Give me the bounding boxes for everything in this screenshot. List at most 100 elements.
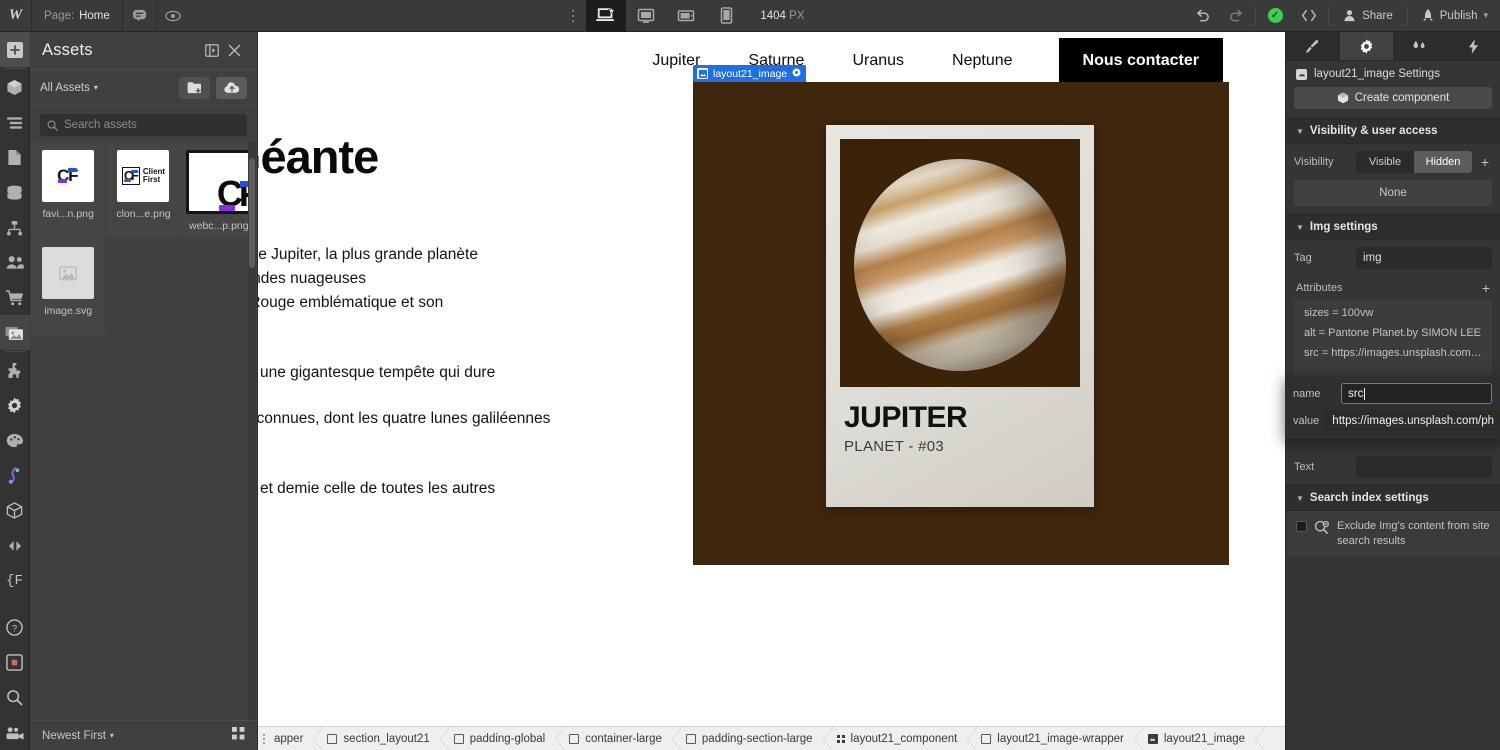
selection-tag[interactable]: layout21_image xyxy=(693,65,806,82)
sidebar-item-video-tutorials[interactable] xyxy=(0,645,30,680)
layout21-image-element[interactable]: layout21_image JUPITER PLANET - #03 xyxy=(693,82,1229,565)
visibility-section-header[interactable]: ▼ Visibility & user access xyxy=(1286,118,1500,144)
asset-item-image-svg[interactable]: image.svg xyxy=(31,239,105,335)
breadcrumb-item-padding-section-large[interactable]: padding-section-large xyxy=(682,727,823,750)
settings-tab[interactable] xyxy=(1340,32,1394,60)
create-component-label: Create component xyxy=(1355,92,1450,104)
exclude-search-checkbox[interactable] xyxy=(1296,521,1307,532)
exclude-search-row[interactable]: Exclude Img's content from site search r… xyxy=(1286,511,1500,557)
sidebar-item-interactions[interactable] xyxy=(0,528,30,563)
asset-item-webclip[interactable]: C F webc...p.png xyxy=(182,142,256,238)
plus-icon[interactable]: + xyxy=(1482,280,1490,296)
sidebar-item-record[interactable] xyxy=(0,715,30,750)
breadcrumb-item-layout21-image[interactable]: layout21_image xyxy=(1144,727,1255,750)
asset-name: clon...e.png xyxy=(116,208,170,220)
hero-section: La Géante ble royaume de Jupiter, la plu… xyxy=(258,90,1285,523)
design-canvas: Jupiter Saturne Uranus Neptune Nous cont… xyxy=(258,32,1285,726)
top-toolbar: W Page: Home 14 xyxy=(0,0,1500,32)
grid-view-icon[interactable] xyxy=(232,727,245,745)
sidebar-item-ecommerce[interactable] xyxy=(0,280,30,315)
sidebar-item-users[interactable] xyxy=(0,245,30,280)
mobile-icon[interactable] xyxy=(706,0,746,32)
breadcrumb-item-layout21-image-wrapper[interactable]: layout21_image-wrapper xyxy=(977,727,1134,750)
asset-filter-dropdown[interactable]: All Assets ▾ xyxy=(40,82,173,94)
search-index-section-header[interactable]: ▼ Search index settings xyxy=(1286,485,1500,511)
sidebar-item-audit[interactable] xyxy=(0,458,30,493)
redo-icon[interactable] xyxy=(1219,0,1253,32)
breadcrumb-separator-icon xyxy=(1134,727,1144,750)
asset-item-clone[interactable]: C F Client First clon...e.png xyxy=(106,142,180,238)
img-settings-section-header[interactable]: ▼ Img settings xyxy=(1286,214,1500,240)
page-selector[interactable]: Page: Home xyxy=(32,0,122,32)
sidebar-item-search[interactable] xyxy=(0,680,30,715)
upload-cloud-icon[interactable] xyxy=(216,77,247,99)
breadcrumb-item-wrapper[interactable]: apper xyxy=(270,727,313,750)
asset-name: webc...p.png xyxy=(189,220,249,232)
plus-icon[interactable]: + xyxy=(1478,154,1492,170)
svg-text:?: ? xyxy=(12,623,17,634)
nav-link-uranus[interactable]: Uranus xyxy=(828,52,928,70)
breadcrumb-item-section-layout21[interactable]: section_layout21 xyxy=(323,727,439,750)
sidebar-item-help[interactable]: ? xyxy=(0,610,30,645)
publish-button[interactable]: Publish ▾ xyxy=(1410,0,1500,32)
undo-icon[interactable] xyxy=(1185,0,1219,32)
text-input[interactable] xyxy=(1356,456,1492,478)
nav-cta-button[interactable]: Nous contacter xyxy=(1059,38,1223,84)
new-folder-icon[interactable] xyxy=(179,77,210,99)
breadcrumb-item-container-large[interactable]: container-large xyxy=(565,727,672,750)
effects-tab[interactable] xyxy=(1447,32,1500,60)
sidebar-item-add-elements[interactable] xyxy=(0,32,30,67)
gear-icon[interactable] xyxy=(792,68,801,80)
visibility-section-label: Visibility & user access xyxy=(1310,125,1438,137)
element-settings-label: layout21_image Settings xyxy=(1314,68,1440,80)
create-component-button[interactable]: Create component xyxy=(1294,87,1492,109)
sidebar-item-variables[interactable]: {F xyxy=(0,563,30,598)
visibility-condition[interactable]: None xyxy=(1294,180,1492,206)
asset-item-favicon[interactable]: C F favi...n.png xyxy=(31,142,105,238)
assets-scrollbar[interactable] xyxy=(248,142,256,720)
sidebar-item-assets[interactable] xyxy=(0,315,30,350)
breadcrumb-handle[interactable] xyxy=(258,734,270,744)
sidebar-item-libraries[interactable] xyxy=(0,493,30,528)
eye-icon[interactable] xyxy=(156,0,190,32)
asset-thumbnail xyxy=(42,247,94,299)
share-button[interactable]: Share xyxy=(1331,0,1405,32)
search-assets-input[interactable]: Search assets xyxy=(40,114,247,136)
sidebar-item-cms[interactable] xyxy=(0,175,30,210)
style-tab[interactable] xyxy=(1286,32,1340,60)
tag-label: Tag xyxy=(1294,252,1350,264)
sidebar-item-logic[interactable] xyxy=(0,210,30,245)
code-brackets-icon[interactable] xyxy=(1292,0,1326,32)
attr-value-input[interactable]: https://images.unsplash.com/ph xyxy=(1325,410,1500,431)
sort-dropdown[interactable]: Newest First ▾ xyxy=(42,730,226,742)
interactions-tab[interactable] xyxy=(1393,32,1447,60)
sidebar-item-pages[interactable] xyxy=(0,140,30,175)
webflow-logo[interactable]: W xyxy=(0,0,32,32)
tag-input[interactable]: img xyxy=(1356,247,1492,269)
close-icon[interactable] xyxy=(223,40,245,62)
attribute-alt[interactable]: alt = Pantone Planet.by SIMON LEE xyxy=(1294,323,1492,343)
breadcrumb-item-layout21-component[interactable]: layout21_component xyxy=(833,727,968,750)
visibility-option-hidden[interactable]: Hidden xyxy=(1414,151,1472,173)
sidebar-item-navigator[interactable] xyxy=(0,105,30,140)
desktop-icon[interactable] xyxy=(626,0,666,32)
attr-name-input[interactable]: src xyxy=(1341,383,1492,404)
more-vertical-icon[interactable] xyxy=(560,0,586,32)
chevron-down-icon: ▾ xyxy=(1483,10,1488,21)
sidebar-item-components[interactable] xyxy=(0,70,30,105)
hero-paragraph-2: Tache Rouge, une gigantesque tempête qui… xyxy=(258,361,698,385)
comment-icon[interactable] xyxy=(122,0,156,32)
attribute-sizes[interactable]: sizes = 100vw xyxy=(1294,303,1492,323)
desktop-star-icon[interactable] xyxy=(586,0,626,32)
attribute-src[interactable]: src = https://images.unsplash.com/p... xyxy=(1294,343,1492,363)
breadcrumb-item-padding-global[interactable]: padding-global xyxy=(450,727,555,750)
sidebar-item-settings[interactable] xyxy=(0,388,30,423)
sidebar-item-style-guide[interactable] xyxy=(0,423,30,458)
visibility-option-visible[interactable]: Visible xyxy=(1356,151,1414,173)
canvas-width[interactable]: 1404 PX xyxy=(746,10,814,22)
check-circle-icon[interactable]: ✓ xyxy=(1258,0,1292,32)
sidebar-item-apps[interactable] xyxy=(0,353,30,388)
panel-collapse-icon[interactable] xyxy=(201,40,223,62)
tablet-icon[interactable] xyxy=(666,0,706,32)
nav-link-neptune[interactable]: Neptune xyxy=(928,52,1037,70)
